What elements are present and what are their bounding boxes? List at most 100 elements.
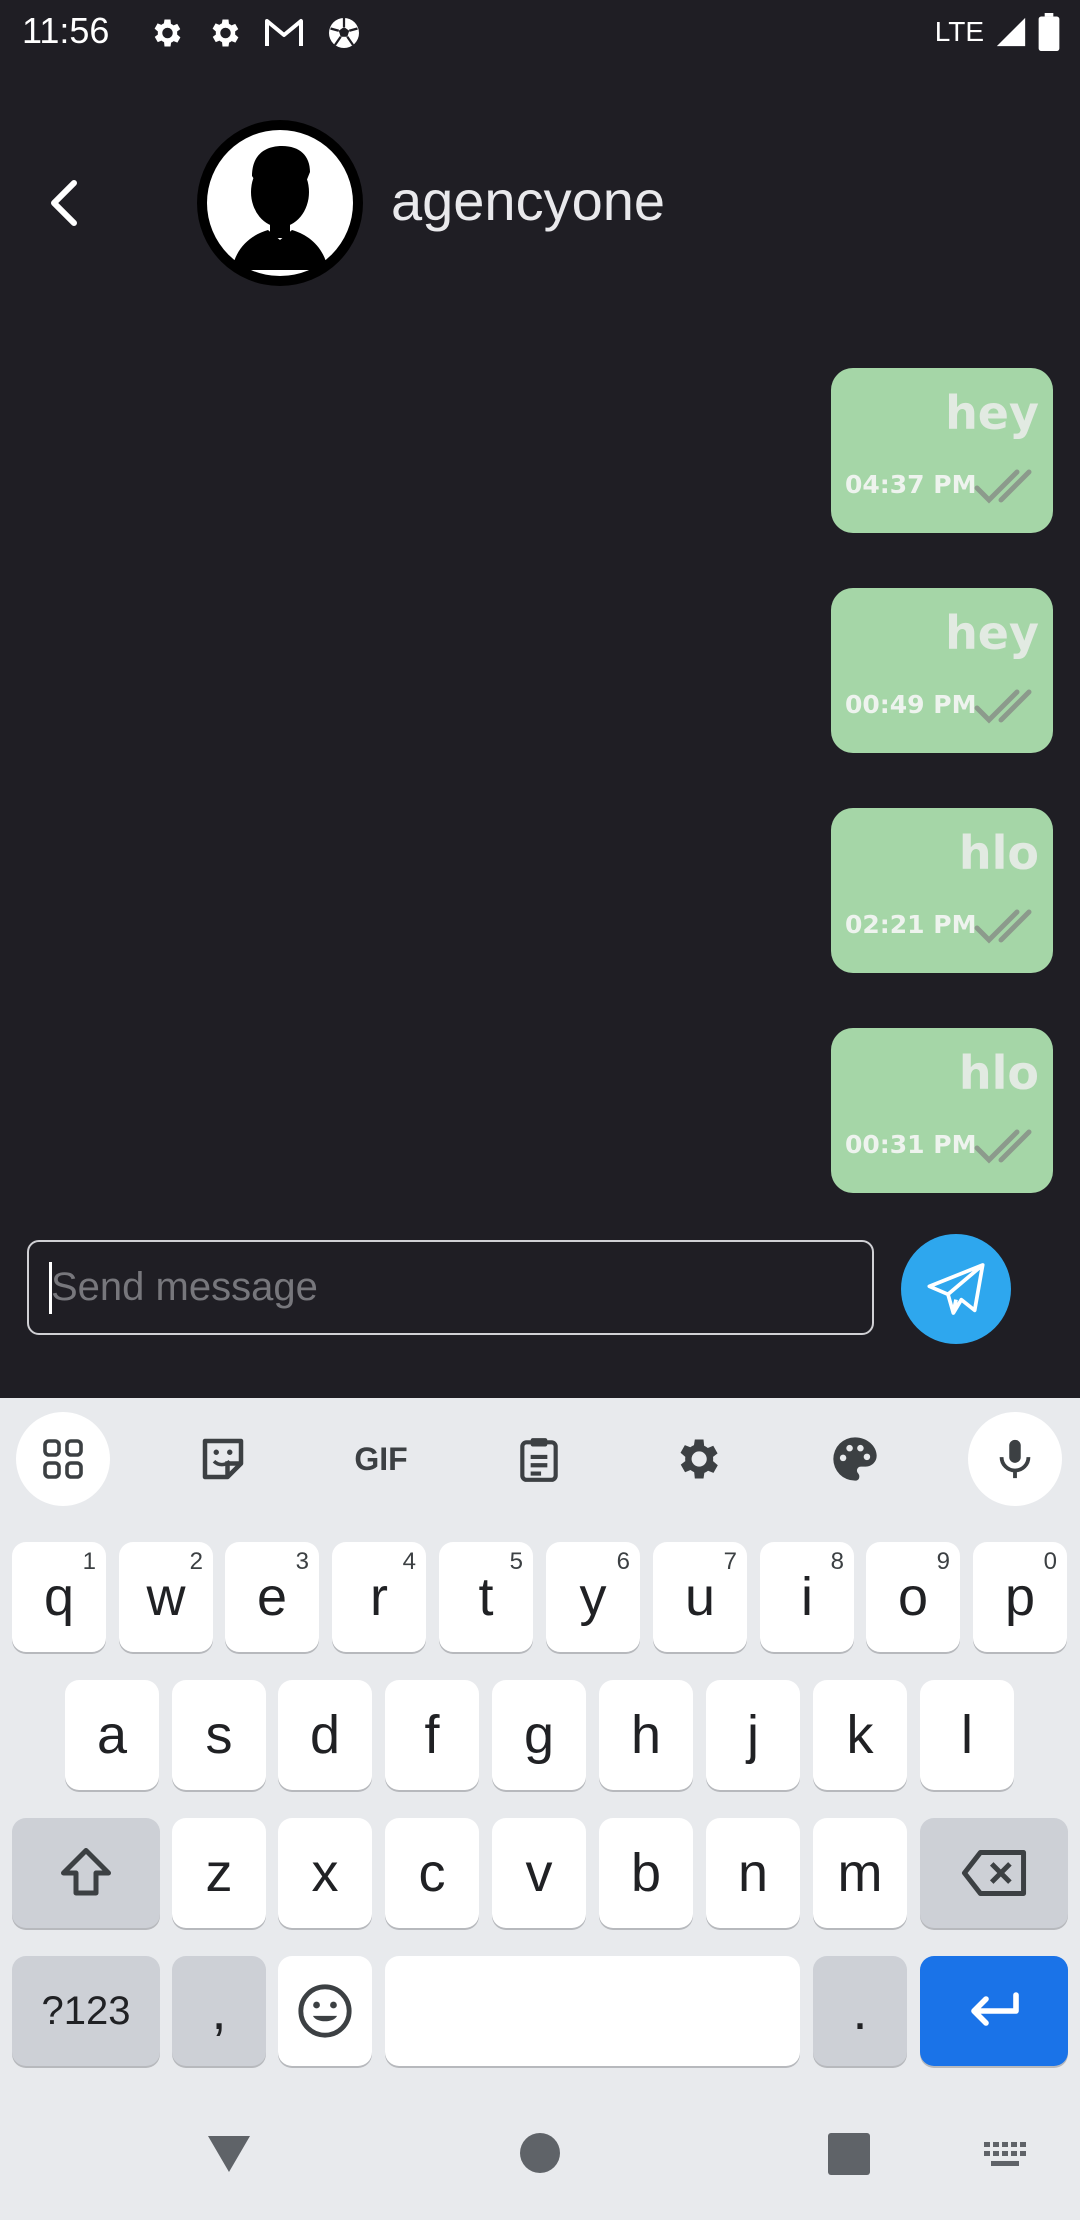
key-m[interactable]: m: [813, 1818, 907, 1928]
key-label: b: [630, 1843, 662, 1903]
gif-button[interactable]: GIF: [334, 1412, 428, 1506]
key-label: i: [801, 1567, 813, 1627]
status-time: 11:56: [22, 10, 110, 51]
avatar[interactable]: [197, 120, 363, 286]
gmail-icon: [265, 19, 303, 46]
key-h[interactable]: h: [599, 1680, 693, 1790]
key-j[interactable]: j: [706, 1680, 800, 1790]
key-label: h: [630, 1705, 662, 1765]
key-label: m: [837, 1843, 883, 1903]
keyboard: GIF q1 w2 e3 r4 t5 y6 u7 i8 o9 p0 a s d …: [0, 1398, 1080, 2220]
key-hint: 6: [616, 1548, 630, 1575]
clipboard-icon: [520, 1438, 558, 1482]
message-time: 00:31 PM: [845, 1130, 977, 1159]
message-text: hey: [945, 606, 1039, 660]
key-d[interactable]: d: [278, 1680, 372, 1790]
double-check-icon: [974, 469, 1032, 504]
clipboard-button[interactable]: [492, 1412, 586, 1506]
gif-label: GIF: [354, 1440, 408, 1477]
key-label: ,: [211, 1981, 227, 2041]
key-label: a: [96, 1705, 128, 1765]
send-button[interactable]: [901, 1234, 1011, 1344]
key-i[interactable]: i8: [760, 1542, 854, 1652]
notification-icons: [148, 14, 362, 52]
key-label: d: [309, 1705, 341, 1765]
key-w[interactable]: w2: [119, 1542, 213, 1652]
navigation-bar: [0, 2100, 1080, 2220]
status-bar: 11:56 LTE: [0, 0, 1080, 66]
key-label: u: [684, 1567, 716, 1627]
backspace-key[interactable]: [920, 1818, 1068, 1928]
paper-plane-icon: [927, 1263, 985, 1315]
back-button[interactable]: [28, 168, 94, 238]
key-g[interactable]: g: [492, 1680, 586, 1790]
key-b[interactable]: b: [599, 1818, 693, 1928]
period-key[interactable]: .: [813, 1956, 907, 2066]
key-label: ?123: [41, 1988, 131, 2033]
theme-button[interactable]: [808, 1412, 902, 1506]
double-check-icon: [974, 689, 1032, 724]
shift-key[interactable]: [12, 1818, 160, 1928]
recents-square-icon[interactable]: [828, 2133, 870, 2175]
key-u[interactable]: u7: [653, 1542, 747, 1652]
back-triangle-icon[interactable]: [204, 2130, 254, 2176]
key-label: w: [146, 1567, 186, 1627]
key-n[interactable]: n: [706, 1818, 800, 1928]
message-text: hlo: [958, 826, 1039, 880]
key-label: s: [205, 1705, 233, 1765]
symbols-key[interactable]: ?123: [12, 1956, 160, 2066]
settings-icon: [154, 19, 181, 47]
key-label: p: [1004, 1567, 1036, 1627]
key-z[interactable]: z: [172, 1818, 266, 1928]
key-c[interactable]: c: [385, 1818, 479, 1928]
contact-name: agencyone: [391, 169, 666, 232]
key-hint: 0: [1043, 1548, 1057, 1575]
message-bubble[interactable]: hlo 02:21 PM: [831, 808, 1053, 973]
key-label: g: [523, 1705, 555, 1765]
space-key[interactable]: [385, 1956, 800, 2066]
emoji-key[interactable]: [278, 1956, 372, 2066]
key-label: x: [311, 1843, 339, 1903]
message-bubble[interactable]: hlo 00:31 PM: [831, 1028, 1053, 1193]
home-circle-icon[interactable]: [519, 2132, 561, 2174]
key-q[interactable]: q1: [12, 1542, 106, 1652]
key-k[interactable]: k: [813, 1680, 907, 1790]
enter-key[interactable]: [920, 1956, 1068, 2066]
comma-key[interactable]: ,: [172, 1956, 266, 2066]
message-bubble[interactable]: hey 04:37 PM: [831, 368, 1053, 533]
key-y[interactable]: y6: [546, 1542, 640, 1652]
key-label: q: [43, 1567, 75, 1627]
sticker-icon: [202, 1438, 244, 1480]
key-label: y: [579, 1567, 607, 1627]
message-time: 00:49 PM: [845, 690, 977, 719]
key-label: t: [478, 1567, 494, 1627]
key-l[interactable]: l: [920, 1680, 1014, 1790]
apps-grid-icon: [43, 1439, 83, 1479]
message-time: 02:21 PM: [845, 910, 977, 939]
soccer-ball-icon: [329, 18, 359, 48]
key-a[interactable]: a: [65, 1680, 159, 1790]
keyboard-switch-icon[interactable]: [982, 2140, 1028, 2170]
key-x[interactable]: x: [278, 1818, 372, 1928]
keyboard-settings-button[interactable]: [650, 1412, 744, 1506]
key-label: l: [961, 1705, 973, 1765]
key-r[interactable]: r4: [332, 1542, 426, 1652]
key-o[interactable]: o9: [866, 1542, 960, 1652]
key-label: r: [370, 1567, 388, 1627]
emoji-icon: [298, 1984, 352, 2038]
key-e[interactable]: e3: [225, 1542, 319, 1652]
message-bubble[interactable]: hey 00:49 PM: [831, 588, 1053, 753]
voice-input-button[interactable]: [968, 1412, 1062, 1506]
key-t[interactable]: t5: [439, 1542, 533, 1652]
key-s[interactable]: s: [172, 1680, 266, 1790]
key-hint: 9: [936, 1548, 950, 1575]
key-hint: 5: [509, 1548, 523, 1575]
key-f[interactable]: f: [385, 1680, 479, 1790]
keyboard-apps-button[interactable]: [16, 1412, 110, 1506]
message-input[interactable]: [27, 1240, 874, 1335]
key-v[interactable]: v: [492, 1818, 586, 1928]
gear-icon: [680, 1439, 718, 1479]
key-p[interactable]: p0: [973, 1542, 1067, 1652]
sticker-button[interactable]: [176, 1412, 270, 1506]
key-label: v: [525, 1843, 553, 1903]
